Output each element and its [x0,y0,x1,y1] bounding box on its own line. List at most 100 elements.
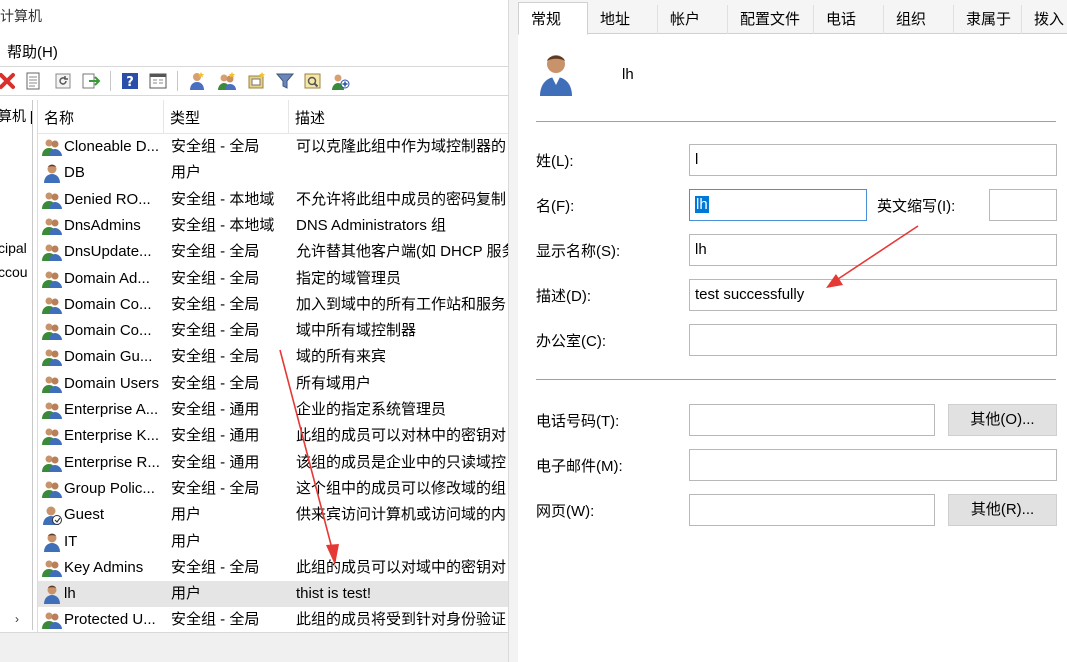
row-name-cell: DB [42,160,167,186]
display-name-field[interactable]: lh [689,234,1057,266]
row-description [296,160,508,186]
row-name: Domain Ad... [64,269,150,287]
group-icon [42,426,62,446]
tab-address[interactable]: 地址 [588,5,658,34]
description-field[interactable]: test successfully [689,279,1057,311]
row-name-cell: Group Polic... [42,476,167,502]
table-row[interactable]: IT 用户 [38,529,508,555]
table-row[interactable]: Denied RO... 安全组 - 本地域 不允许将此组中成员的密码复制 [38,187,508,213]
tab-telephones[interactable]: 电话 [814,5,884,34]
webpage-field[interactable] [689,494,935,526]
row-type: 安全组 - 通用 [171,453,260,471]
webpage-label: 网页(W): [536,503,595,520]
phone-field[interactable] [689,404,935,436]
table-row[interactable]: DB 用户 [38,160,508,186]
table-row[interactable]: Cloneable D... 安全组 - 全局 可以克隆此组中作为域控制器的 [38,134,508,160]
row-type: 用户 [171,585,202,603]
web-other-button[interactable]: 其他(R)... [948,494,1057,526]
properties-icon[interactable] [22,70,44,92]
new-ou-icon[interactable] [246,70,268,92]
row-name-cell: lh [42,581,167,607]
object-list: 名称 类型 描述 Cloneable D... 安全组 - 全局 可以克隆此组中作为… [37,100,508,632]
row-name: DnsUpdate... [64,243,152,261]
tree-scroll-right-button[interactable]: › [6,610,28,628]
new-user-icon[interactable] [186,70,208,92]
office-field[interactable] [689,324,1057,356]
user-icon [42,584,62,605]
filter-icon[interactable] [274,70,296,92]
tab-member-of[interactable]: 隶属于 [954,5,1022,34]
user-icon [42,163,62,184]
row-description: DNS Administrators 组 [296,216,447,234]
display-name-label: 显示名称(S): [536,243,621,260]
table-row[interactable]: Protected U... 安全组 - 全局 此组的成员将受到针对身份验证 [38,607,508,632]
row-name-cell: Key Admins [42,555,167,581]
table-row[interactable]: Domain Co... 安全组 - 全局 加入到域中的所有工作站和服务 [38,292,508,318]
group-icon [42,400,62,420]
menu-help[interactable]: 帮助(H) [7,41,58,62]
find-icon[interactable] [302,70,324,92]
table-row[interactable]: Group Polic... 安全组 - 全局 这个组中的成员可以修改域的组 [38,476,508,502]
tree-item[interactable]: ccou [0,264,28,280]
initials-field[interactable] [989,189,1057,221]
row-description: 不允许将此组中成员的密码复制 [296,190,507,208]
table-row[interactable]: Domain Co... 安全组 - 全局 域中所有域控制器 [38,318,508,344]
tree-item[interactable]: 算机 [ [0,106,32,126]
row-description: 允许替其他客户端(如 DHCP 服务 [296,243,508,261]
table-row[interactable]: lh 用户 thist is test! [38,581,508,608]
column-header-description[interactable]: 描述 [289,100,508,134]
tree-item[interactable]: cipal [0,240,27,256]
table-row[interactable]: Domain Users 安全组 - 全局 所有域用户 [38,371,508,397]
first-name-field[interactable]: lh [689,189,867,221]
last-name-field[interactable]: l [689,144,1057,176]
group-icon [42,269,62,289]
refresh-icon[interactable] [52,70,74,92]
toolbar: ? [0,66,508,96]
table-row[interactable]: Guest 用户 供来宾访问计算机或访问域的内 [38,502,508,528]
table-row[interactable]: Key Admins 安全组 - 全局 此组的成员可以对域中的密钥对 [38,555,508,581]
table-row[interactable]: Enterprise R... 安全组 - 通用 该组的成员是企业中的只读域控 [38,450,508,476]
group-icon [42,374,62,394]
group-icon [42,347,62,367]
export-icon[interactable] [80,70,102,92]
new-group-icon[interactable] [216,70,238,92]
row-type: 用户 [171,532,202,550]
table-row[interactable]: Enterprise A... 安全组 - 通用 企业的指定系统管理员 [38,397,508,423]
row-type: 安全组 - 本地域 [171,190,275,208]
group-icon [42,479,62,499]
email-field[interactable] [689,449,1057,481]
group-icon [42,190,62,210]
row-type: 安全组 - 全局 [171,611,260,629]
tab-organization[interactable]: 组织 [884,5,954,34]
row-name-cell: DnsUpdate... [42,239,167,265]
row-name-cell: Protected U... [42,607,167,632]
table-row[interactable]: Enterprise K... 安全组 - 通用 此组的成员可以对林中的密钥对 [38,423,508,449]
tab-general[interactable]: 常规 [518,2,588,35]
help-icon[interactable]: ? [119,70,141,92]
table-row[interactable]: DnsAdmins 安全组 - 本地域 DNS Administrators 组 [38,213,508,239]
office-label: 办公室(C): [536,333,606,350]
table-row[interactable]: Domain Gu... 安全组 - 全局 域的所有来宾 [38,344,508,370]
row-description [296,529,508,555]
row-name: Group Polic... [64,479,155,497]
row-name-cell: Cloneable D... [42,134,167,160]
column-header-type[interactable]: 类型 [164,100,289,134]
row-type: 安全组 - 本地域 [171,216,275,234]
table-row[interactable]: DnsUpdate... 安全组 - 全局 允许替其他客户端(如 DHCP 服务 [38,239,508,265]
row-name-cell: Denied RO... [42,187,167,213]
console-icon[interactable] [147,70,169,92]
row-type: 安全组 - 全局 [171,269,260,287]
row-name-cell: Domain Ad... [42,266,167,292]
row-type: 安全组 - 全局 [171,243,260,261]
tab-profile[interactable]: 配置文件 [728,5,814,34]
delete-icon[interactable] [0,70,18,92]
add-to-group-icon[interactable] [330,70,352,92]
tab-dial-in[interactable]: 拨入 [1022,5,1067,34]
row-name: Domain Co... [64,295,152,313]
table-row[interactable]: Domain Ad... 安全组 - 全局 指定的域管理员 [38,266,508,292]
tab-account[interactable]: 帐户 [658,5,728,34]
column-header-name[interactable]: 名称 [38,100,164,134]
row-type: 安全组 - 全局 [171,295,260,313]
window-divider [508,0,518,662]
phone-other-button[interactable]: 其他(O)... [948,404,1057,436]
